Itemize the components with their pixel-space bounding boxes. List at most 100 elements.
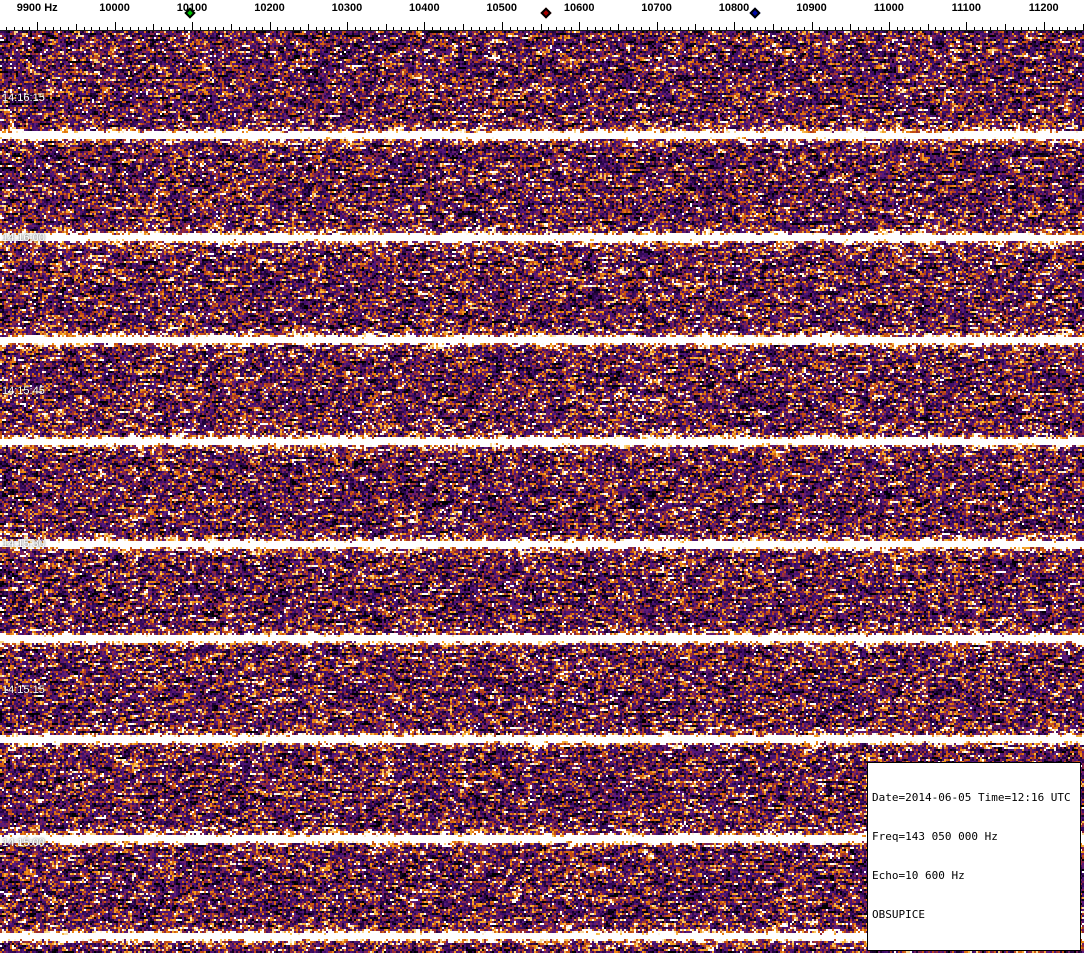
ruler-tick xyxy=(292,27,294,30)
ruler-tick xyxy=(339,27,341,30)
ruler-tick xyxy=(1082,24,1084,30)
ruler-tick xyxy=(230,24,232,30)
ruler-tick xyxy=(323,27,325,30)
ruler-tick xyxy=(122,27,124,30)
ruler-tick xyxy=(834,27,836,30)
ruler-tick xyxy=(997,27,999,30)
ruler-tick xyxy=(610,27,612,30)
ruler-tick xyxy=(896,27,898,30)
ruler-tick xyxy=(912,27,914,30)
ruler-tick xyxy=(734,22,735,30)
ruler-tick xyxy=(346,22,348,30)
ruler-tick xyxy=(904,27,906,30)
ruler-tick xyxy=(757,27,759,30)
ruler-tick xyxy=(672,27,674,30)
ruler-tick xyxy=(718,27,720,30)
frequency-marker-blue[interactable] xyxy=(749,7,761,19)
ruler-tick xyxy=(424,22,426,30)
ruler-tick xyxy=(1005,24,1006,30)
ruler-tick xyxy=(501,22,503,30)
ruler-tick xyxy=(857,27,859,30)
ruler-tick xyxy=(486,27,488,30)
spectrogram-window: 9900 Hz 10000 10100 10200 10300 10400 10500 106… xyxy=(0,0,1084,953)
ruler-tick xyxy=(455,27,457,30)
ruler-tick xyxy=(192,22,193,30)
ruler-tick xyxy=(664,27,666,30)
ruler-tick xyxy=(269,22,271,30)
ruler-tick xyxy=(633,27,635,30)
ruler-tick xyxy=(470,27,472,30)
ruler-tick xyxy=(525,27,526,30)
ruler-tick xyxy=(803,27,805,30)
ruler-tick xyxy=(625,27,627,30)
ruler-tick xyxy=(548,27,550,30)
info-line-freq: Freq=143 050 000 Hz xyxy=(872,830,998,843)
ruler-frequency-label: 10600 xyxy=(563,2,595,14)
ruler-tick xyxy=(749,27,751,30)
ruler-tick xyxy=(819,27,821,30)
ruler-tick xyxy=(648,27,650,30)
ruler-tick xyxy=(888,22,890,30)
ruler-frequency-label: 10800 xyxy=(718,2,750,14)
ruler-frequency-label: 10300 xyxy=(331,2,363,14)
ruler-tick xyxy=(532,27,534,30)
ruler-tick xyxy=(540,24,542,30)
ruler-tick xyxy=(416,27,418,30)
ruler-tick xyxy=(377,27,379,30)
ruler-tick xyxy=(29,27,31,30)
ruler-tick xyxy=(1059,27,1061,30)
ruler-frequency-label: 10700 xyxy=(641,2,672,14)
ruler-frequency-label: 11000 xyxy=(873,2,904,14)
ruler-tick xyxy=(927,24,929,30)
frequency-marker-red[interactable] xyxy=(540,7,552,19)
ruler-tick xyxy=(974,27,976,30)
ruler-frequency-label: 10500 xyxy=(486,2,517,14)
ruler-tick xyxy=(1028,27,1030,30)
ruler-tick xyxy=(865,27,867,30)
ruler-frequency-label: 9900 Hz xyxy=(16,2,58,14)
ruler-tick xyxy=(919,27,921,30)
ruler-tick xyxy=(300,27,302,30)
ruler-tick xyxy=(1067,27,1068,30)
ruler-tick xyxy=(238,27,240,30)
ruler-tick xyxy=(788,27,790,30)
ruler-tick xyxy=(981,27,983,30)
spectrogram-area[interactable]: 14:16:15 14:16:00 14:15:45 14:15:30 14:15:15… xyxy=(0,31,1084,953)
ruler-tick xyxy=(989,27,991,30)
ruler-tick xyxy=(261,27,263,30)
ruler-tick xyxy=(393,27,395,30)
frequency-ruler[interactable]: 9900 Hz 10000 10100 10200 10300 10400 10500 106… xyxy=(0,0,1084,31)
ruler-tick xyxy=(223,27,224,30)
ruler-tick xyxy=(408,27,410,30)
ruler-tick xyxy=(726,27,728,30)
ruler-tick xyxy=(765,27,766,30)
ruler-tick xyxy=(873,27,875,30)
ruler-tick xyxy=(509,27,511,30)
ruler-tick xyxy=(958,27,960,30)
ruler-tick xyxy=(21,27,23,30)
ruler-tick xyxy=(563,27,565,30)
ruler-tick xyxy=(811,22,813,30)
ruler-tick xyxy=(215,27,217,30)
ruler-tick xyxy=(641,27,643,30)
ruler-tick xyxy=(695,24,697,30)
ruler-tick xyxy=(284,27,286,30)
ruler-frequency-label: 10000 xyxy=(99,2,130,14)
ruler-tick xyxy=(463,24,464,30)
ruler-tick xyxy=(1020,27,1022,30)
ruler-tick xyxy=(439,27,441,30)
ruler-tick xyxy=(850,24,852,30)
ruler-tick xyxy=(52,27,54,30)
ruler-tick xyxy=(75,24,77,30)
ruler-tick xyxy=(106,27,108,30)
ruler-tick xyxy=(277,27,279,30)
ruler-frequency-label: 10900 xyxy=(796,2,827,14)
info-line-station: OBSUPICE xyxy=(872,908,925,921)
ruler-tick xyxy=(385,24,387,30)
ruler-tick xyxy=(966,22,968,30)
ruler-tick xyxy=(796,27,797,30)
ruler-tick xyxy=(703,27,705,30)
ruler-frequency-label: 10400 xyxy=(409,2,440,14)
ruler-tick xyxy=(60,27,62,30)
ruler-tick xyxy=(161,27,163,30)
